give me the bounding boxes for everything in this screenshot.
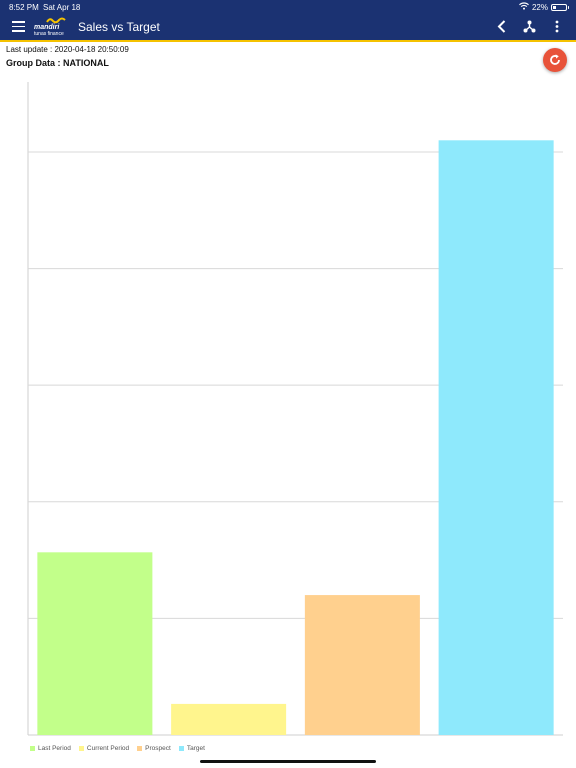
menu-icon[interactable] (12, 21, 25, 32)
chart-legend: Last Period Current Period Prospect Target (30, 745, 205, 752)
bar-target (438, 140, 554, 735)
share-icon[interactable] (522, 19, 536, 34)
legend-swatch (78, 746, 84, 751)
logo-line1: mandiri (34, 24, 60, 31)
legend-label: Last Period (38, 745, 71, 752)
status-date: Sat Apr 18 (43, 3, 81, 12)
bar-prospect (304, 595, 420, 735)
status-time: 8:52 PM (9, 3, 39, 12)
legend-label: Target (186, 745, 205, 752)
legend-label: Current Period (86, 745, 130, 752)
sales-vs-target-chart (27, 82, 563, 736)
legend-item[interactable]: Current Period (78, 745, 130, 752)
bar-current-period (171, 703, 287, 735)
status-bar: 8:52 PM Sat Apr 18 22% (0, 0, 576, 14)
legend-item[interactable]: Prospect (137, 745, 171, 752)
home-indicator (200, 760, 376, 763)
back-icon[interactable] (494, 19, 508, 34)
battery-percent: 22% (531, 2, 548, 12)
logo-line2: tunas finance (34, 31, 64, 37)
app-bar: mandiri tunas finance Sales vs Target (0, 14, 576, 40)
brand-logo: mandiri tunas finance (34, 17, 72, 37)
battery-icon (551, 3, 569, 11)
refresh-icon (550, 54, 560, 65)
refresh-button[interactable] (543, 48, 567, 72)
legend-label: Prospect (145, 745, 171, 752)
legend-swatch (30, 746, 35, 751)
legend-item[interactable]: Target (178, 745, 205, 752)
app-bar-actions (494, 19, 564, 34)
legend-swatch (178, 746, 184, 751)
more-icon[interactable] (550, 19, 564, 34)
logo-wave-icon (46, 17, 66, 24)
wifi-icon (519, 2, 529, 12)
page-title: Sales vs Target (78, 20, 160, 34)
status-right: 22% (519, 2, 569, 12)
last-update-text: Last update : 2020-04-18 20:50:09 (6, 45, 129, 54)
bar-last-period (37, 552, 153, 735)
app-bar-accent (0, 40, 576, 42)
legend-swatch (137, 746, 143, 751)
group-data-text: Group Data : NATIONAL (6, 58, 109, 68)
legend-item[interactable]: Last Period (30, 745, 71, 752)
